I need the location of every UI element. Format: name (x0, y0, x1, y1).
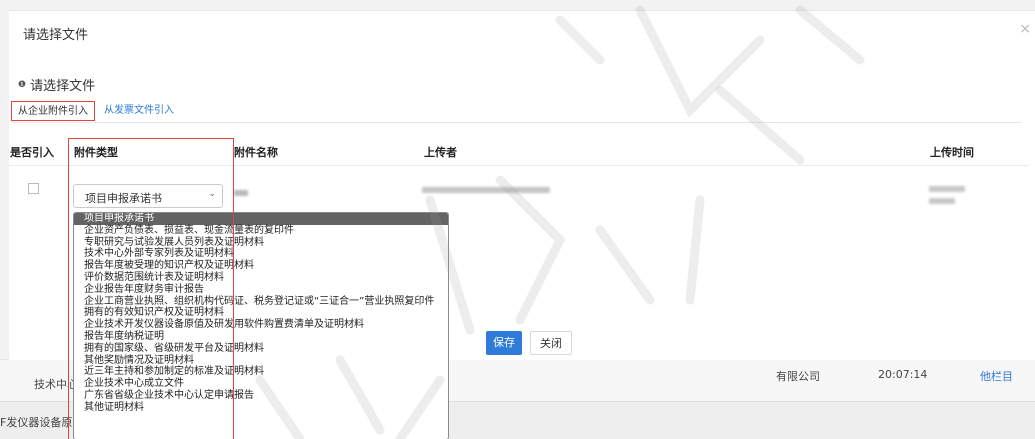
section-heading: ❶ 请选择文件 (18, 75, 95, 94)
dropdown-option[interactable]: 企业资产负债表、损益表、现金流量表的复印件 (74, 225, 448, 237)
background-row-label: F发仪器设备原 (0, 416, 73, 429)
dropdown-option[interactable]: 专职研究与试验发展人员列表及证明材料 (74, 237, 448, 249)
dropdown-option[interactable]: 其他奖励情况及证明材料 (74, 355, 448, 367)
tab-divider (11, 122, 1021, 123)
dropdown-option[interactable]: 其他证明材料 (74, 402, 448, 414)
attachment-type-select[interactable]: 项目申报承诺书 ⌄ (73, 184, 223, 208)
select-value: 项目申报承诺书 (85, 192, 162, 205)
close-button[interactable]: 关闭 (530, 331, 572, 355)
tab-enterprise-attachments[interactable]: 从企业附件引入 (11, 101, 95, 121)
column-header-name: 附件名称 (234, 146, 278, 159)
redacted-upload-date (929, 186, 965, 192)
dropdown-option[interactable]: 企业技术中心成立文件 (74, 378, 448, 390)
column-header-upload-time: 上传时间 (930, 146, 974, 159)
dropdown-option[interactable]: 报告年度纳税证明 (74, 331, 448, 343)
dropdown-option[interactable]: 广东省省级企业技术中心认定申请报告 (74, 390, 448, 402)
dropdown-option[interactable]: 企业工商营业执照、组织机构代码证、税务登记证或“三证合一”营业执照复印件 (74, 296, 448, 308)
import-checkbox[interactable] (28, 183, 39, 194)
attachment-type-options: 项目申报承诺书 企业资产负债表、损益表、现金流量表的复印件 专职研究与试验发展人… (73, 212, 449, 439)
dropdown-option[interactable]: 企业报告年度财务审计报告 (74, 284, 448, 296)
bullet-icon: ❶ (18, 79, 27, 90)
background-time: 20:07:14 (878, 368, 928, 381)
dropdown-option[interactable]: 报告年度被受理的知识产权及证明材料 (74, 260, 448, 272)
dropdown-option[interactable]: 项目申报承诺书 (74, 213, 448, 225)
redacted-uploader (422, 187, 550, 193)
save-button[interactable]: 保存 (486, 331, 522, 355)
column-header-import: 是否引入 (10, 146, 54, 159)
background-link[interactable]: 他栏目 (980, 368, 1013, 384)
close-icon[interactable]: × (1019, 21, 1031, 37)
dropdown-option[interactable]: 企业技术开发仪器设备原值及研发用软件购置费清单及证明材料 (74, 319, 448, 331)
column-header-type: 附件类型 (74, 146, 118, 159)
section-title: 请选择文件 (30, 79, 96, 94)
dropdown-option[interactable]: 近三年主持和参加制定的标准及证明材料 (74, 366, 448, 378)
chevron-down-icon: ⌄ (208, 189, 216, 199)
dropdown-option[interactable]: 技术中心外部专家列表及证明材料 (74, 248, 448, 260)
redacted-file-name (234, 190, 248, 196)
dialog-title: 请选择文件 (23, 28, 89, 43)
dropdown-option[interactable]: 拥有的有效知识产权及证明材料 (74, 307, 448, 319)
table-header-divider (9, 165, 1029, 166)
column-header-uploader: 上传者 (424, 146, 457, 159)
background-company: 有限公司 (776, 370, 820, 383)
redacted-upload-time (929, 198, 955, 204)
background-row-label: 技术中心 (34, 378, 78, 391)
dropdown-option[interactable]: 拥有的国家级、省级研发平台及证明材料 (74, 343, 448, 355)
tab-invoice-files[interactable]: 从发票文件引入 (98, 101, 180, 121)
dropdown-option[interactable]: 评价数据范围统计表及证明材料 (74, 272, 448, 284)
